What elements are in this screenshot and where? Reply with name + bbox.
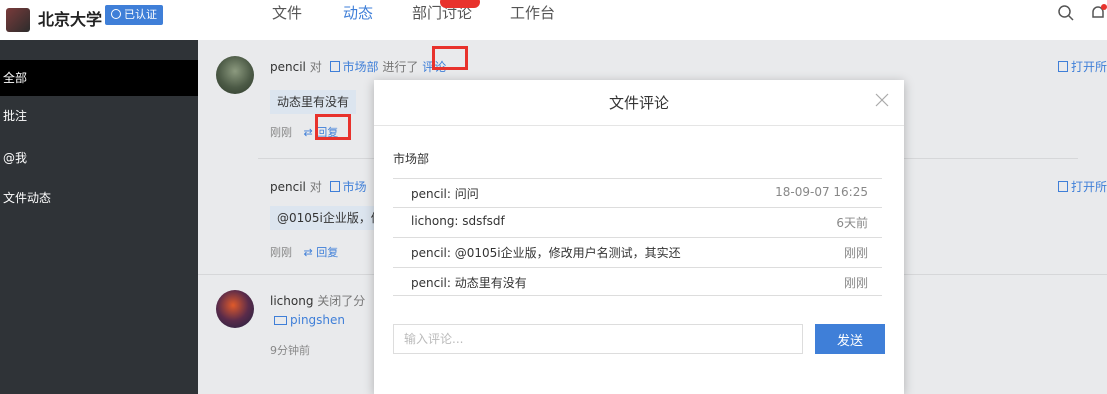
comment-text: pencil: @0105i企业版，修改用户名测试，其实还 <box>411 246 681 260</box>
feed-time: 刚刚 <box>270 126 292 139</box>
comment-time: 刚刚 <box>843 246 868 260</box>
feed-user[interactable]: pencil <box>270 60 306 74</box>
sidebar-item-file-activity[interactable]: 文件动态 <box>0 180 198 216</box>
org-logo <box>6 8 30 32</box>
feed-item-headline: pencil 对 市场部 进行了 评论 <box>270 58 446 75</box>
notification-count-badge <box>440 0 480 8</box>
open-file-link[interactable]: 打开所 <box>1054 178 1107 195</box>
feed-target-link[interactable]: 市场部 <box>326 60 379 74</box>
feed-action: 关闭了分 <box>317 294 366 308</box>
comment-text: pencil: 问问 <box>411 187 479 201</box>
feed-content: @0105i企业版，修 <box>270 206 390 230</box>
feed-action: 进行了 <box>382 60 419 74</box>
dialog-title: 文件评论 <box>608 94 669 112</box>
comment-row: pencil: @0105i企业版，修改用户名测试，其实还 刚刚 <box>393 237 882 266</box>
reply-icon: ⇄ <box>303 126 313 139</box>
highlight-marker <box>432 46 468 70</box>
avatar[interactable] <box>216 290 254 328</box>
feed-item-headline: lichong 关闭了分 <box>270 292 365 309</box>
divider <box>374 125 904 126</box>
document-icon <box>329 181 340 192</box>
bell-icon[interactable] <box>1089 4 1107 22</box>
search-icon[interactable] <box>1057 4 1075 22</box>
highlight-marker <box>315 114 351 140</box>
feed-time: 刚刚 <box>270 246 292 259</box>
feed-user[interactable]: lichong <box>270 294 313 308</box>
tab-workbench[interactable]: 工作台 <box>510 2 555 23</box>
top-bar: 北京大学 已认证 文件 动态 部门讨论 工作台 <box>0 0 1107 40</box>
sidebar-item-annotations[interactable]: 批注 <box>0 98 198 134</box>
sidebar: 全部 批注 @我 文件动态 <box>0 40 198 394</box>
comment-row: pencil: 动态里有没有 刚刚 <box>393 267 882 296</box>
folder-icon <box>1057 181 1068 192</box>
tab-activity[interactable]: 动态 <box>343 2 373 23</box>
avatar[interactable] <box>216 56 254 94</box>
sidebar-item-mentions[interactable]: @我 <box>0 140 198 176</box>
comment-time: 刚刚 <box>843 276 868 290</box>
feed-target-link[interactable]: pingshen <box>270 313 345 327</box>
tab-files[interactable]: 文件 <box>272 2 302 23</box>
close-icon[interactable] <box>874 92 890 108</box>
folder-icon <box>274 316 287 325</box>
feed-verb: 对 <box>309 60 322 74</box>
shield-check-icon <box>111 9 121 19</box>
reply-icon: ⇄ <box>303 246 313 259</box>
verified-badge: 已认证 <box>105 5 163 25</box>
feed-user[interactable]: pencil <box>270 180 306 194</box>
feed-content: 动态里有没有 <box>270 90 357 114</box>
comment-row: lichong: sdsfsdf 6天前 <box>393 207 882 236</box>
comment-text: lichong: sdsfsdf <box>411 214 505 228</box>
comment-text: pencil: 动态里有没有 <box>411 276 527 290</box>
org-name: 北京大学 <box>38 10 103 29</box>
comment-time: 18-09-07 16:25 <box>775 185 868 199</box>
comment-row: pencil: 问问 18-09-07 16:25 <box>393 178 882 207</box>
feed-verb: 对 <box>309 180 322 194</box>
sidebar-item-all[interactable]: 全部 <box>0 60 198 96</box>
folder-icon <box>1057 61 1068 72</box>
feed-meta: 刚刚 ⇄ 回复 <box>270 244 338 260</box>
reply-button[interactable]: 回复 <box>316 246 338 259</box>
file-comment-dialog: 文件评论 市场部 pencil: 问问 18-09-07 16:25 licho… <box>374 80 904 394</box>
feed-target-link[interactable]: 市场 <box>326 180 367 194</box>
document-icon <box>329 61 340 72</box>
comment-time: 6天前 <box>836 216 868 230</box>
feed-time: 9分钟前 <box>270 344 310 357</box>
comment-input[interactable] <box>393 324 803 354</box>
comment-section-title: 市场部 <box>393 152 430 166</box>
send-button[interactable]: 发送 <box>815 324 885 354</box>
open-file-link[interactable]: 打开所 <box>1054 58 1107 75</box>
feed-item-headline: pencil 对 市场 <box>270 178 367 195</box>
